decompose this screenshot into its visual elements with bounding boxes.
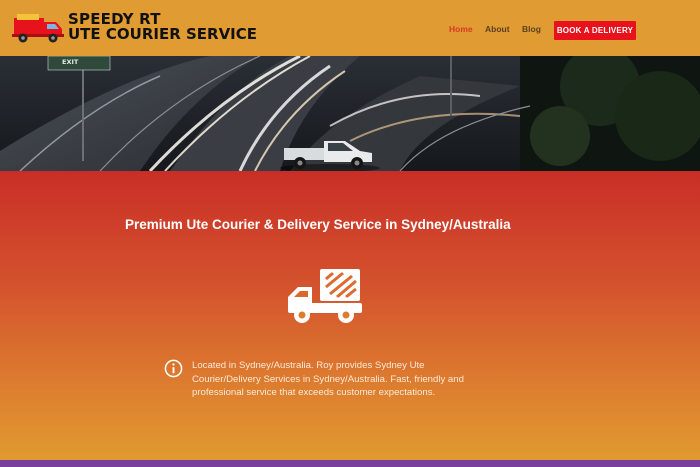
site-logo[interactable]: SPEEDY RT UTE COURIER SERVICE — [12, 10, 257, 46]
brand-name-line2: UTE COURIER SERVICE — [68, 25, 258, 43]
hero-highway-image: EXIT — [0, 56, 700, 171]
service-description: Located in Sydney/Australia. Roy provide… — [192, 360, 464, 398]
exit-sign-text: EXIT — [62, 58, 79, 66]
site-header: SPEEDY RT UTE COURIER SERVICE Home About… — [0, 0, 700, 56]
truck-logo-icon — [12, 14, 64, 43]
nav-link-home[interactable]: Home — [449, 24, 473, 34]
info-icon — [164, 359, 183, 378]
nav-link-about[interactable]: About — [485, 24, 510, 34]
services-section: Premium Ute Courier & Delivery Service i… — [0, 171, 700, 460]
delivery-truck-icon — [288, 269, 362, 323]
nav-link-blog[interactable]: Blog — [522, 24, 541, 34]
footer-accent-bar — [0, 460, 700, 467]
section-headline: Premium Ute Courier & Delivery Service i… — [125, 217, 511, 232]
book-delivery-button[interactable]: BOOK A DELIVERY — [554, 21, 636, 40]
